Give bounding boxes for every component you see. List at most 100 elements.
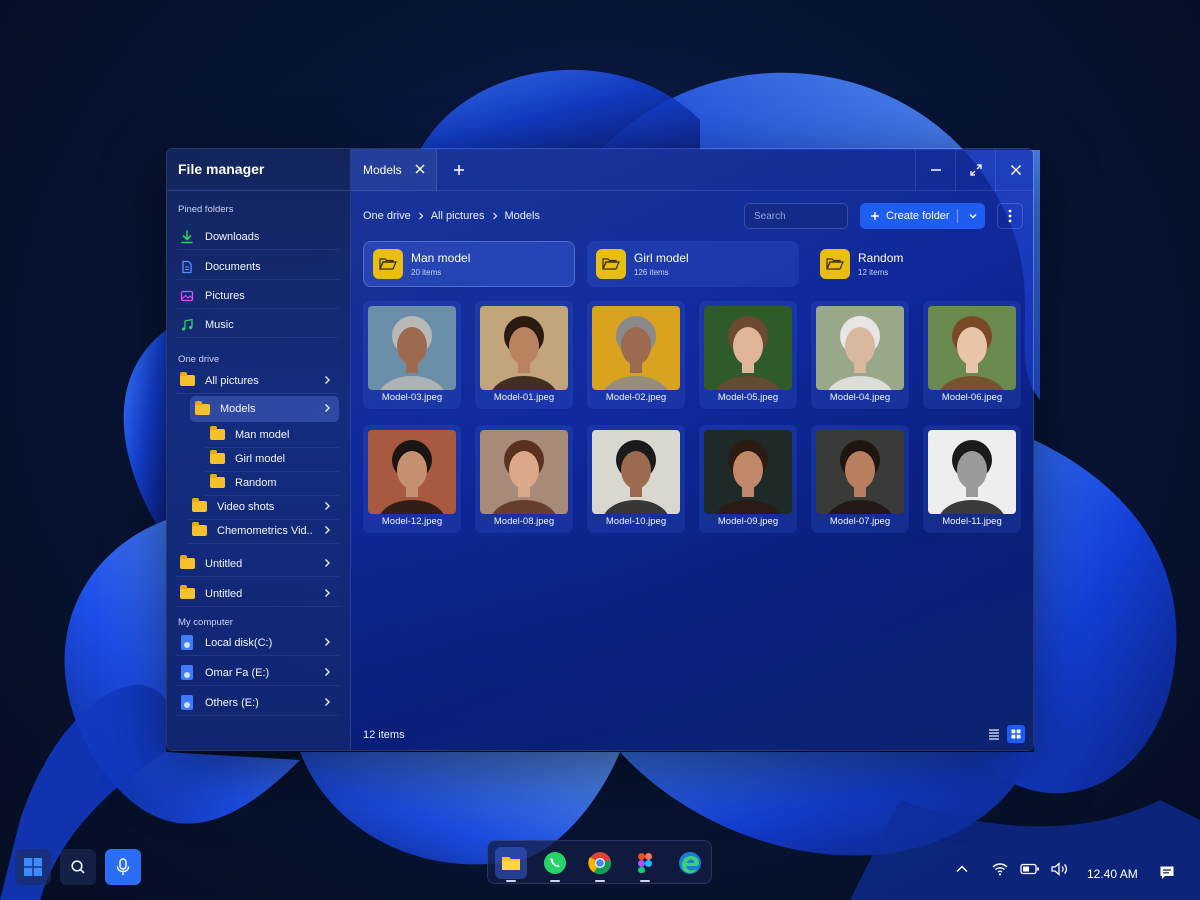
chevron-right-icon — [325, 376, 330, 384]
chevron-down-icon[interactable] — [968, 211, 978, 221]
clock[interactable]: 12.40 AM — [1087, 867, 1138, 881]
folder-name: Girl model — [634, 251, 689, 265]
close-icon[interactable] — [414, 163, 426, 175]
sidebar-item-music[interactable]: Music — [175, 312, 339, 338]
sidebar-item-untitled-1[interactable]: Untitled — [175, 551, 339, 577]
minimize-button[interactable] — [915, 149, 955, 191]
create-folder-button[interactable]: Create folder — [860, 203, 985, 229]
photo-preview — [816, 430, 904, 514]
file-thumbnail[interactable]: Model-04.jpeg — [811, 301, 909, 409]
file-thumbnail[interactable]: Model-01.jpeg — [475, 301, 573, 409]
photo-preview — [368, 430, 456, 514]
file-name: Model-11.jpeg — [942, 516, 1002, 527]
folder-open-icon — [596, 249, 626, 279]
tab-label: Models — [363, 163, 402, 177]
sidebar-item-pictures[interactable]: Pictures — [175, 283, 339, 309]
folder-icon — [209, 474, 225, 491]
chrome-icon[interactable] — [584, 847, 616, 882]
chevron-right-icon — [325, 668, 330, 676]
whatsapp-icon[interactable] — [539, 847, 571, 882]
file-thumbnail[interactable]: Model-11.jpeg — [923, 425, 1021, 533]
sidebar-item-chemometrics[interactable]: Chemometrics Vid.. — [187, 518, 339, 544]
sidebar-item-documents[interactable]: Documents — [175, 254, 339, 280]
folder-icon — [209, 450, 225, 467]
file-thumbnail[interactable]: Model-09.jpeg — [699, 425, 797, 533]
photo-preview — [368, 306, 456, 390]
file-thumbnail[interactable]: Model-03.jpeg — [363, 301, 461, 409]
search-input[interactable]: Search — [744, 203, 848, 229]
file-name: Model-10.jpeg — [605, 516, 667, 527]
sidebar-item-others[interactable]: Others (E:) — [175, 690, 339, 716]
file-thumbnail[interactable]: Model-12.jpeg — [363, 425, 461, 533]
notification-icon[interactable] — [1159, 865, 1175, 881]
wifi-icon[interactable] — [992, 862, 1008, 876]
maximize-button[interactable] — [955, 149, 995, 191]
close-window-button[interactable] — [995, 149, 1033, 191]
speaker-icon[interactable] — [1050, 862, 1070, 876]
section-label-onedrive: One drive — [178, 354, 220, 365]
sidebar-item-label: Others (E:) — [205, 696, 259, 709]
file-thumbnail[interactable]: Model-06.jpeg — [923, 301, 1021, 409]
chevron-up-icon[interactable] — [955, 862, 969, 876]
breadcrumb-item[interactable]: Models — [505, 210, 540, 222]
sidebar-item-girl-model[interactable]: Girl model — [205, 446, 339, 472]
folder-card-girl-model[interactable]: Girl model 126 items — [587, 241, 799, 287]
file-name: Model-04.jpeg — [829, 392, 891, 403]
tab-models[interactable]: Models — [351, 149, 437, 191]
file-thumbnail[interactable]: Model-07.jpeg — [811, 425, 909, 533]
sidebar-item-random[interactable]: Random — [205, 470, 339, 496]
grid-view-icon — [1011, 729, 1021, 739]
sidebar-item-local-disk[interactable]: Local disk(C:) — [175, 630, 339, 656]
file-name: Model-01.jpeg — [493, 392, 555, 403]
taskbar-dock — [487, 840, 712, 884]
sidebar-item-label: Downloads — [205, 230, 260, 243]
file-name: Model-07.jpeg — [829, 516, 891, 527]
chevron-right-icon — [325, 404, 330, 412]
sidebar-item-label: Chemometrics Vid.. — [217, 524, 313, 537]
list-view-icon[interactable] — [987, 727, 1001, 741]
sidebar-item-untitled-2[interactable]: Untitled — [175, 581, 339, 607]
folder-icon — [179, 555, 195, 572]
file-thumbnail[interactable]: Model-10.jpeg — [587, 425, 685, 533]
battery-icon[interactable] — [1020, 862, 1040, 876]
folder-card-man-model[interactable]: Man model 20 items — [363, 241, 575, 287]
folder-card-random[interactable]: Random 12 items — [811, 241, 1023, 287]
file-thumbnail[interactable]: Model-02.jpeg — [587, 301, 685, 409]
breadcrumb-item[interactable]: One drive — [363, 210, 411, 222]
start-button[interactable] — [15, 849, 51, 885]
section-label-computer: My computer — [178, 617, 233, 628]
sidebar-item-label: Music — [205, 318, 234, 331]
folder-icon — [191, 522, 207, 539]
sidebar-item-label: Documents — [205, 260, 261, 273]
sidebar-item-label: Girl model — [235, 452, 286, 465]
sidebar-item-models[interactable]: Models — [190, 396, 339, 422]
sidebar-item-omar-fa[interactable]: Omar Fa (E:) — [175, 660, 339, 686]
file-name: Model-02.jpeg — [605, 392, 667, 403]
figma-icon[interactable] — [629, 847, 661, 882]
file-thumbnail[interactable]: Model-08.jpeg — [475, 425, 573, 533]
sidebar-item-downloads[interactable]: Downloads — [175, 224, 339, 250]
breadcrumb-item[interactable]: All pictures — [431, 210, 485, 222]
item-count: 12 items — [363, 729, 405, 741]
sidebar-item-label: All pictures — [205, 374, 259, 387]
photo-preview — [928, 306, 1016, 390]
sidebar-item-all-pictures[interactable]: All pictures — [175, 368, 339, 394]
grid-view-button[interactable] — [1007, 725, 1025, 743]
new-tab-button[interactable] — [451, 162, 467, 178]
sidebar-item-video-shots[interactable]: Video shots — [187, 494, 339, 520]
sidebar-item-label: Video shots — [217, 500, 275, 513]
sidebar-item-man-model[interactable]: Man model — [205, 422, 339, 448]
photo-preview — [480, 306, 568, 390]
search-button[interactable] — [60, 849, 96, 885]
file-thumbnail[interactable]: Model-05.jpeg — [699, 301, 797, 409]
photo-preview — [592, 430, 680, 514]
file-explorer-icon[interactable] — [495, 847, 527, 882]
more-options-button[interactable] — [997, 203, 1023, 229]
edge-icon[interactable] — [674, 847, 706, 879]
folder-name: Man model — [411, 251, 471, 265]
photo-preview — [816, 306, 904, 390]
sidebar-item-label: Omar Fa (E:) — [205, 666, 270, 679]
folder-count: 12 items — [858, 268, 889, 277]
microphone-button[interactable] — [105, 849, 141, 885]
sidebar-item-label: Random — [235, 476, 277, 489]
